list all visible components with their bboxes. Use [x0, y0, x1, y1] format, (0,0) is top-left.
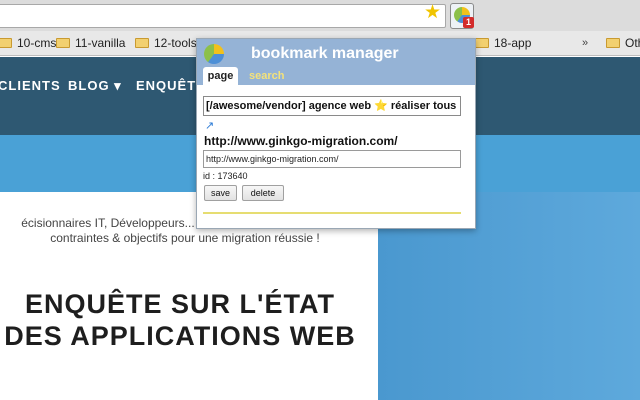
bookmark-folder-label: Other — [625, 36, 640, 50]
folder-icon — [135, 38, 149, 48]
delete-button[interactable]: delete — [242, 185, 284, 201]
screen: ★ 1 10-cms 11-vanilla 12-tools 18-app » … — [0, 0, 640, 400]
bookmark-folder[interactable]: 11-vanilla — [56, 35, 125, 52]
bookmark-manager-extension-button[interactable]: 1 — [450, 3, 474, 29]
bookmark-folder[interactable]: 18-app — [475, 35, 531, 52]
browser-toolbar: ★ 1 — [0, 0, 640, 31]
bookmark-url-input[interactable]: http://www.ginkgo-migration.com/ — [203, 150, 461, 168]
tab-page[interactable]: page — [203, 67, 238, 85]
popup-title: bookmark manager — [251, 45, 399, 62]
bookmark-manager-logo-icon — [204, 44, 224, 64]
folder-icon — [0, 38, 12, 48]
bookmark-manager-popup: bookmark manager page search [/awesome/v… — [196, 38, 476, 229]
headline-line: DES APPLICATIONS WEB — [4, 321, 356, 351]
external-link-icon[interactable]: ↗ — [205, 119, 214, 132]
intro-line: contraintes & objectifs pour une migrati… — [50, 231, 320, 245]
folder-icon — [606, 38, 620, 48]
bookmark-id-label: id : 173640 — [203, 171, 248, 181]
bookmark-title-input[interactable]: [/awesome/vendor] agence web ⭐ réaliser … — [203, 96, 461, 116]
survey-headline: ENQUÊTE SUR L'ÉTAT DES APPLICATIONS WEB — [0, 288, 360, 352]
bookmark-folder[interactable]: 10-cms — [0, 35, 56, 52]
nav-item-blog[interactable]: BLOG ▾ — [68, 78, 122, 94]
bookmark-folder[interactable]: 12-tools — [135, 35, 197, 52]
popup-header: bookmark manager page search — [197, 39, 475, 85]
bookmarks-overflow-button[interactable]: » — [582, 37, 588, 49]
bookmark-folder-label: 10-cms — [17, 36, 57, 50]
popup-divider — [203, 212, 461, 214]
bookmark-star-icon[interactable]: ★ — [424, 3, 441, 23]
bookmark-folder[interactable]: Other — [606, 35, 640, 52]
bookmark-url-text: http://www.ginkgo-migration.com/ — [204, 134, 398, 148]
bookmark-folder-label: 11-vanilla — [75, 36, 126, 50]
bookmark-folder-label: 18-app — [494, 36, 532, 50]
extension-badge: 1 — [463, 17, 474, 28]
folder-icon — [475, 38, 489, 48]
bookmark-folder-label: 12-tools — [154, 36, 197, 50]
headline-line: ENQUÊTE SUR L'ÉTAT — [25, 289, 335, 319]
address-bar[interactable] — [0, 4, 446, 28]
tab-search[interactable]: search — [249, 67, 284, 85]
nav-item-clients[interactable]: CLIENTS — [0, 78, 61, 93]
save-button[interactable]: save — [204, 185, 237, 201]
folder-icon — [56, 38, 70, 48]
